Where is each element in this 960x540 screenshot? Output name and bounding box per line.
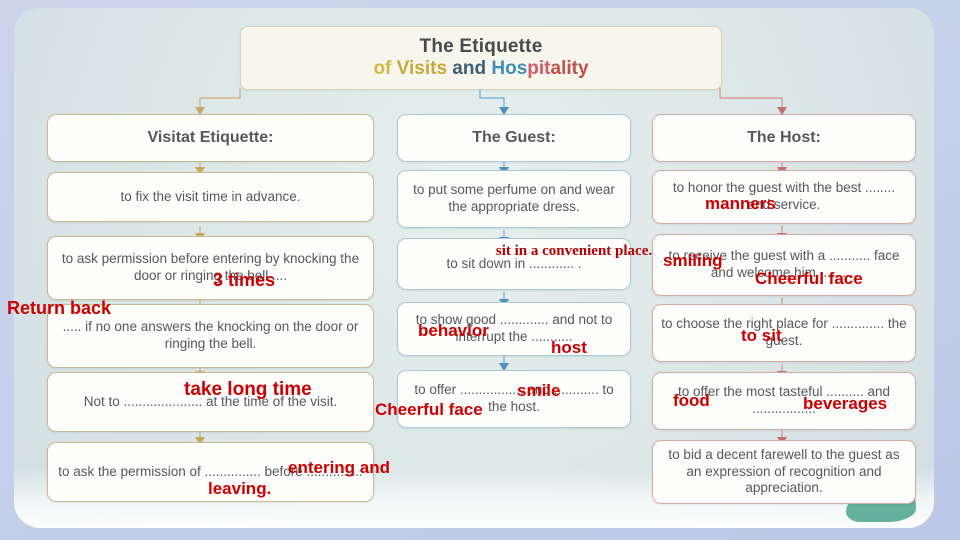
left-item-1-text: to fix the visit time in advance. <box>120 188 301 204</box>
left-item-1: to fix the visit time in advance. <box>47 172 374 222</box>
left-item-2-text: to ask permission before entering by kno… <box>61 251 360 283</box>
left-item-3-text: ..... if no one answers the knocking on … <box>62 319 359 351</box>
title-visits: Visits <box>396 58 448 79</box>
title-pit: pit <box>527 58 551 79</box>
annotation-to-sit: to sit <box>741 326 782 345</box>
annotation-take-long-time: take long time <box>184 379 312 400</box>
title-line-2: of Visits and Hospitality <box>373 58 588 80</box>
title-line-1: The Etiquette <box>419 36 543 58</box>
left-header-label: Visitat Etiquette: <box>147 129 274 146</box>
right-header-node: The Host: <box>652 114 916 162</box>
annotation-behavior: behavior <box>418 321 489 340</box>
right-item-1: to honor the guest with the best .......… <box>652 170 916 224</box>
annotation-cheerful-face-host: Cheerful face <box>755 269 863 288</box>
right-header-label: The Host: <box>747 129 821 146</box>
right-item-3: to choose the right place for ..........… <box>652 304 916 362</box>
annotation-beverages: beverages <box>803 394 888 413</box>
slide-canvas: The Etiquette of Visits and Hospitality … <box>0 0 960 540</box>
title-ality: ality <box>550 58 589 79</box>
left-item-2: to ask permission before entering by kno… <box>47 236 374 300</box>
title-and: and <box>447 58 492 79</box>
mid-item-1: to put some perfume on and wear the appr… <box>397 170 631 228</box>
annotation-sit-convenient-place: sit in a convenient place. <box>495 243 653 259</box>
annotation-entering-and: entering and <box>288 458 391 477</box>
right-item-3-text: to choose the right place for ..........… <box>661 316 907 348</box>
annotation-host: host <box>551 338 587 357</box>
annotation-smile: smile <box>517 381 561 400</box>
right-item-5-text: to bid a decent farewell to the guest as… <box>668 446 900 496</box>
annotation-food: food <box>673 391 710 410</box>
right-item-5: to bid a decent farewell to the guest as… <box>652 440 916 504</box>
annotation-return-back: Return back <box>7 298 112 318</box>
title-of: of <box>373 58 397 79</box>
annotation-smiling: smiling <box>663 251 723 270</box>
mid-header-label: The Guest: <box>472 129 556 146</box>
mid-header-node: The Guest: <box>397 114 631 162</box>
annotation-manners: manners <box>705 194 776 213</box>
annotation-cheerful-face-guest: Cheerful face <box>375 400 483 419</box>
right-item-1-text: to honor the guest with the best .......… <box>672 180 896 212</box>
mid-item-1-text: to put some perfume on and wear the appr… <box>413 182 615 214</box>
annotation-three-times: 3 times <box>213 270 276 290</box>
title-hos: Hos <box>491 58 528 79</box>
diagram-title-box: The Etiquette of Visits and Hospitality <box>240 26 722 90</box>
annotation-leaving: leaving. <box>208 479 272 498</box>
left-header-node: Visitat Etiquette: <box>47 114 374 162</box>
